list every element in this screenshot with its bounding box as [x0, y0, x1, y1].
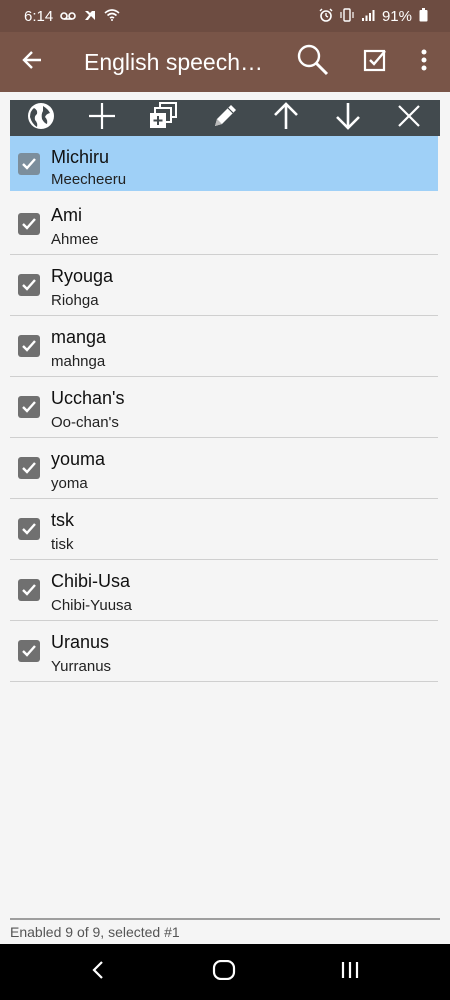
app-bar: English speech…	[0, 32, 450, 92]
checkbox[interactable]	[18, 335, 40, 357]
page-title: English speech…	[84, 48, 263, 75]
status-time: 6:14	[24, 7, 54, 25]
status-left: 6:14	[24, 8, 120, 25]
battery-percent: 91%	[381, 7, 412, 25]
word-list: Michiru Meecheeru Ami Ahmee Ryouga Riohg…	[10, 136, 438, 682]
delete-button[interactable]	[378, 100, 439, 136]
list-item[interactable]: Ucchan's Oo-chan's	[10, 377, 438, 438]
item-name: Michiru	[51, 147, 110, 167]
item-pronunciation: Riohga	[51, 292, 99, 309]
item-name: tsk	[51, 510, 75, 530]
copy-button[interactable]	[133, 100, 194, 136]
overflow-menu-icon	[421, 49, 427, 76]
footer-divider	[10, 918, 440, 920]
back-button[interactable]	[0, 32, 64, 92]
list-item[interactable]: youma yoma	[10, 438, 438, 499]
item-name: youma	[51, 449, 106, 469]
list-item[interactable]: Chibi-Usa Chibi-Yuusa	[10, 560, 438, 621]
copy-icon	[148, 101, 178, 135]
system-nav-bar	[0, 944, 450, 1000]
voicemail-icon	[60, 10, 77, 23]
status-bar: 6:14 91%	[0, 0, 450, 32]
nav-home-button[interactable]	[194, 952, 254, 992]
item-name: Chibi-Usa	[51, 571, 131, 591]
nav-back-button[interactable]	[68, 952, 128, 992]
select-all-checkbox-icon	[363, 48, 387, 77]
search-icon	[296, 43, 330, 82]
list-item[interactable]: manga mahnga	[10, 316, 438, 377]
move-up-button[interactable]	[256, 100, 317, 136]
checkbox[interactable]	[18, 213, 40, 235]
nav-recents-button[interactable]	[320, 952, 380, 992]
home-icon	[212, 959, 236, 985]
edit-button[interactable]	[194, 100, 255, 136]
item-pronunciation: Yurranus	[51, 658, 112, 675]
checkbox[interactable]	[18, 579, 40, 601]
item-name: manga	[51, 327, 107, 347]
checkbox[interactable]	[18, 457, 40, 479]
language-button[interactable]	[10, 100, 71, 136]
close-icon	[396, 103, 422, 134]
status-right: 91%	[319, 8, 428, 25]
item-pronunciation: tisk	[51, 536, 74, 553]
item-name: Ucchan's	[51, 388, 125, 408]
add-button[interactable]	[71, 100, 132, 136]
notification-icon	[83, 8, 97, 24]
item-pronunciation: Oo-chan's	[51, 414, 119, 431]
pencil-icon	[211, 102, 239, 135]
search-button[interactable]	[289, 32, 337, 92]
checkbox[interactable]	[18, 274, 40, 296]
arrow-up-icon	[272, 101, 300, 136]
vibrate-icon	[340, 8, 354, 24]
status-text: Enabled 9 of 9, selected #1	[10, 924, 180, 940]
wifi-icon	[104, 9, 120, 23]
list-item[interactable]: tsk tisk	[10, 499, 438, 560]
add-icon	[87, 101, 117, 136]
item-pronunciation: mahnga	[51, 353, 106, 370]
item-pronunciation: Chibi-Yuusa	[51, 597, 132, 614]
list-item[interactable]: Uranus Yurranus	[10, 621, 438, 682]
alarm-icon	[319, 8, 333, 24]
checkbox[interactable]	[18, 396, 40, 418]
item-pronunciation: Ahmee	[51, 231, 99, 248]
arrow-down-icon	[334, 101, 362, 136]
checkbox[interactable]	[18, 518, 40, 540]
list-item[interactable]: Ami Ahmee	[10, 194, 438, 255]
overflow-menu-button[interactable]	[400, 32, 448, 92]
checkbox[interactable]	[18, 153, 40, 175]
item-name: Uranus	[51, 632, 110, 652]
item-name: Ami	[51, 205, 82, 225]
list-item[interactable]: Michiru Meecheeru	[10, 136, 438, 194]
select-all-button[interactable]	[351, 32, 399, 92]
list-item[interactable]: Ryouga Riohga	[10, 255, 438, 316]
move-down-button[interactable]	[317, 100, 378, 136]
signal-icon	[361, 9, 375, 24]
item-pronunciation: Meecheeru	[51, 171, 127, 188]
battery-icon	[419, 8, 428, 24]
checkbox[interactable]	[18, 640, 40, 662]
recents-icon	[340, 960, 360, 985]
globe-icon	[26, 101, 56, 136]
item-name: Ryouga	[51, 266, 114, 286]
item-pronunciation: yoma	[51, 475, 88, 492]
chevron-left-icon	[91, 960, 105, 985]
edit-toolbar	[10, 100, 440, 136]
back-arrow-icon	[21, 49, 43, 76]
